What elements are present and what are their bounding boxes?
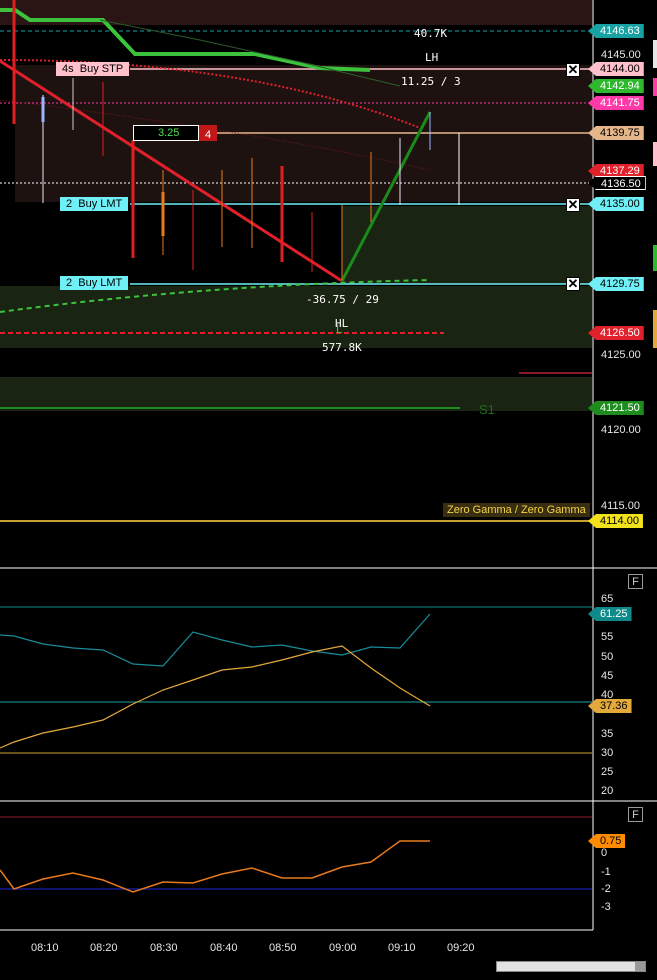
buy-lmt-order-label-2[interactable]: 2 Buy LMT <box>60 276 129 290</box>
price-label-ma: 4142.94 <box>588 79 644 93</box>
price-label-s1: 4121.50 <box>588 401 644 415</box>
osc2-tick: -3 <box>601 901 611 913</box>
price-tick: 4120.00 <box>601 424 641 436</box>
osc1-tick: 25 <box>601 766 614 778</box>
price-label-magenta: 4141.75 <box>588 96 644 110</box>
buy-lmt-order-label-1[interactable]: 2 Buy LMT <box>60 197 129 211</box>
osc1-teal-line <box>0 613 431 667</box>
zero-gamma-label: Zero Gamma / Zero Gamma <box>443 503 590 517</box>
osc2-tick: -2 <box>601 883 611 895</box>
buy-lmt-qty: 2 <box>66 277 73 289</box>
close-icon: ✕ <box>567 276 579 291</box>
volume-top-text: 40.7K <box>414 27 448 40</box>
close-order-button-lmt1[interactable]: ✕ <box>566 198 580 212</box>
edge-marker <box>653 310 657 348</box>
time-tick: 09:10 <box>388 942 416 954</box>
price-tick: 4115.00 <box>601 500 640 512</box>
price-label-buy-lmt2: 4129.75 <box>588 277 644 291</box>
chart-canvas[interactable]: L <box>0 0 657 980</box>
osc2-f-button[interactable]: F <box>628 807 643 822</box>
osc1-tick: 35 <box>601 728 614 740</box>
osc1-label-high: 61.25 <box>588 607 632 621</box>
price-label-red-ma: 4137.29 <box>588 164 644 178</box>
price-label-position: 4139.75 <box>588 126 644 140</box>
buy-stp-order-label[interactable]: 4s Buy STP <box>56 62 130 76</box>
close-order-button-lmt2[interactable]: ✕ <box>566 277 580 291</box>
price-tick: 4125.00 <box>601 349 641 361</box>
s1-label: S1 <box>479 402 495 417</box>
price-label-last: 4136.50 <box>588 176 646 190</box>
close-icon: ✕ <box>567 62 579 77</box>
time-tick: 08:50 <box>269 942 297 954</box>
osc2-tick: -1 <box>601 866 611 878</box>
lh-stats: 11.25 / 3 <box>401 75 461 88</box>
volume-bottom-text: 577.8K <box>322 341 362 354</box>
price-tick: 4145.00 <box>601 49 641 61</box>
osc1-tick: 65 <box>601 593 614 605</box>
demand-zone-lower <box>0 286 592 348</box>
buy-lmt-text: Buy LMT <box>78 198 123 210</box>
buy-stp-qty: 4s <box>62 63 74 75</box>
position-qty-box[interactable]: 4 <box>199 125 217 141</box>
edge-marker <box>653 40 657 68</box>
scroll-right-icon[interactable] <box>635 962 645 971</box>
close-icon: ✕ <box>567 197 579 212</box>
time-tick: 08:40 <box>210 942 238 954</box>
buy-stp-text: Buy STP <box>79 63 124 75</box>
demand-zone-upper <box>342 206 592 284</box>
price-label-vwap: 4146.63 <box>588 24 644 38</box>
price-label-support: 4126.50 <box>588 326 644 340</box>
time-tick: 08:30 <box>150 942 178 954</box>
time-tick: 08:20 <box>90 942 118 954</box>
osc1-orange-line <box>0 645 431 749</box>
edge-marker <box>653 245 657 271</box>
position-pnl-value: 3.25 <box>158 127 180 139</box>
position-pnl-box[interactable]: 3.25 <box>133 125 199 141</box>
position-qty: 4 <box>204 129 212 141</box>
time-tick: 09:20 <box>447 942 475 954</box>
osc1-tick: 45 <box>601 670 614 682</box>
time-tick: 09:00 <box>329 942 357 954</box>
chart-stage[interactable]: L 40.7K LH 11.25 / 3 -36.75 / 29 HL 577.… <box>0 0 657 980</box>
hl-stats: -36.75 / 29 <box>306 293 379 306</box>
osc1-f-button[interactable]: F <box>628 574 643 589</box>
demand-zone-s1 <box>0 377 592 411</box>
lh-label: LH <box>425 51 439 64</box>
osc2-orange-line <box>0 840 430 893</box>
osc1-tick: 55 <box>601 631 614 643</box>
osc1-label-low: 37.36 <box>588 699 632 713</box>
osc2-tick: 0 <box>601 847 608 859</box>
edge-marker <box>653 78 657 96</box>
price-label-zero-gamma: 4114.00 <box>588 514 643 528</box>
edge-marker <box>653 142 657 166</box>
price-label-buy-stp: 4144.00 <box>588 62 644 76</box>
osc1-tick: 50 <box>601 651 614 663</box>
buy-lmt-text: Buy LMT <box>78 277 123 289</box>
horizontal-scrollbar[interactable] <box>496 961 646 972</box>
close-order-button-stp[interactable]: ✕ <box>566 63 580 77</box>
osc2-label: 0.75 <box>588 834 626 848</box>
time-tick: 08:10 <box>31 942 59 954</box>
scrollbar-thumb[interactable] <box>497 962 635 971</box>
osc1-tick: 30 <box>601 747 614 759</box>
buy-lmt-qty: 2 <box>66 198 73 210</box>
osc1-tick: 20 <box>601 785 614 797</box>
price-label-buy-lmt1: 4135.00 <box>588 197 644 211</box>
hl-label: HL <box>335 317 349 330</box>
